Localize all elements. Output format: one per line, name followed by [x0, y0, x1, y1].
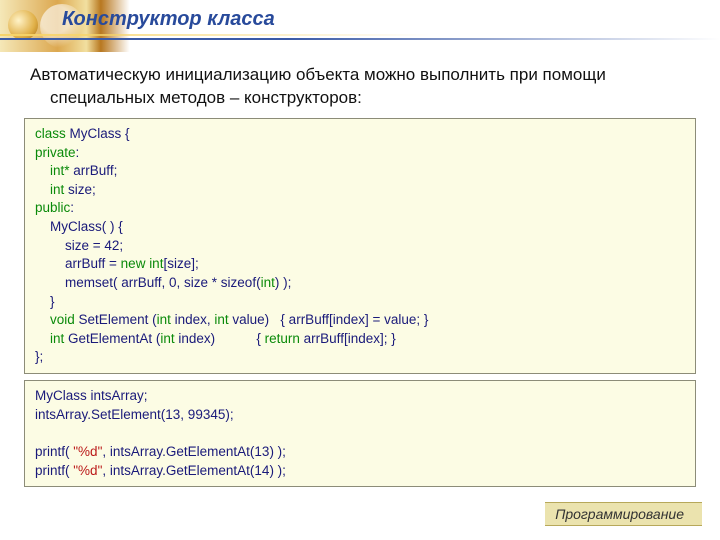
- footer-label: Программирование: [545, 502, 702, 526]
- code-block-class-definition: class MyClass { private: int* arrBuff; i…: [24, 118, 696, 374]
- slide-header: Конструктор класса: [0, 0, 720, 52]
- header-accent-blue: [0, 38, 720, 40]
- slide-title: Конструктор класса: [62, 8, 275, 31]
- header-accent-gold: [0, 34, 720, 36]
- intro-paragraph: Автоматическую инициализацию объекта мож…: [30, 64, 680, 110]
- code-block-usage-example: MyClass intsArray; intsArray.SetElement(…: [24, 380, 696, 487]
